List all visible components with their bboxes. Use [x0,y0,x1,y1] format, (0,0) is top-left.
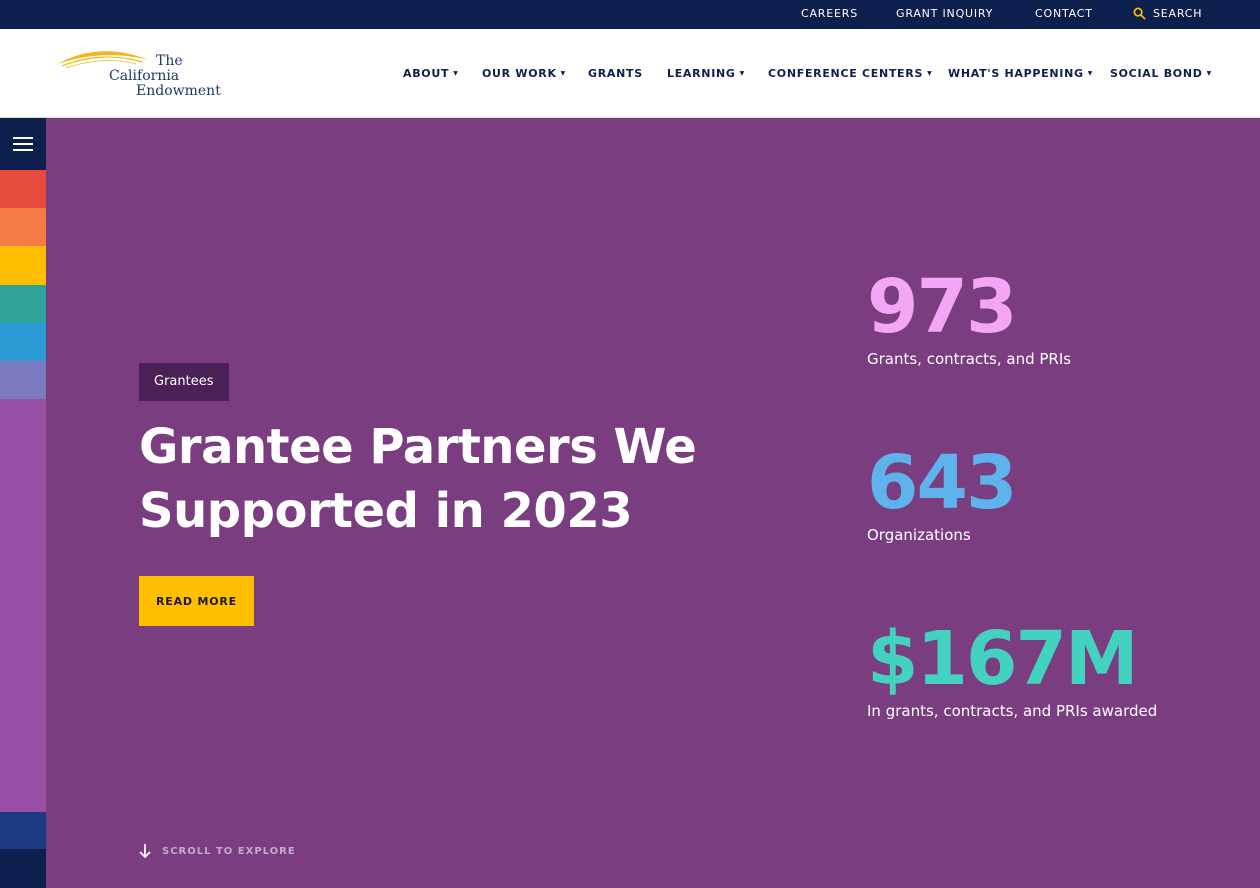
hero-title: Grantee Partners We Supported in 2023 [139,419,697,539]
nav-our-work[interactable]: OUR WORK ▼ [482,67,566,80]
main-header: The California Endowment ABOUT ▼ OUR WOR… [0,29,1260,118]
chevron-down-icon: ▼ [453,69,459,77]
arrow-down-icon [139,844,151,859]
nav-conference-centers-label: CONFERENCE CENTERS [768,67,924,80]
search-button[interactable]: SEARCH [1133,7,1202,20]
nav-whats-happening-label: WHAT'S HAPPENING [948,67,1084,80]
rail-segment-dark-navy [0,849,46,888]
stat-label: Grants, contracts, and PRIs [867,350,1072,368]
grant-inquiry-link[interactable]: GRANT INQUIRY [896,7,993,20]
nav-grants-label: GRANTS [588,67,643,80]
stat-label: In grants, contracts, and PRIs awarded [867,702,1158,720]
rail-segment-orange [0,208,46,246]
stat-value: 643 [867,440,1017,526]
stat-value: 973 [867,264,1017,350]
nav-grants[interactable]: GRANTS [588,67,643,80]
logo-line-endowment: Endowment [136,83,221,99]
nav-learning-label: LEARNING [667,67,736,80]
nav-about-label: ABOUT [403,67,450,80]
rail-segment-lavender [0,361,46,399]
stat-amount: $167M In grants, contracts, and PRIs awa… [867,619,1157,721]
nav-about[interactable]: ABOUT ▼ [403,67,459,80]
category-tag[interactable]: Grantees [139,363,229,401]
rail-segment-teal [0,285,46,323]
site-logo[interactable]: The California Endowment [56,46,236,104]
nav-learning[interactable]: LEARNING ▼ [667,67,745,80]
stat-label: Organizations [867,526,971,544]
rail-segment-purple [0,399,46,812]
chevron-down-icon: ▼ [927,69,933,77]
careers-link[interactable]: CAREERS [801,7,858,20]
chevron-down-icon: ▼ [1087,69,1094,77]
chevron-down-icon: ▼ [1206,69,1212,77]
utility-bar: CAREERS GRANT INQUIRY CONTACT SEARCH [0,0,1260,29]
nav-our-work-label: OUR WORK [482,67,557,80]
nav-social-bond-label: SOCIAL BOND [1110,67,1203,80]
contact-link[interactable]: CONTACT [1035,7,1093,20]
nav-whats-happening[interactable]: WHAT'S HAPPENING ▼ [948,67,1093,80]
search-icon [1133,7,1146,20]
nav-social-bond[interactable]: SOCIAL BOND ▼ [1110,67,1212,80]
chevron-down-icon: ▼ [739,69,745,77]
menu-button[interactable] [0,118,46,170]
chevron-down-icon: ▼ [560,69,566,77]
nav-conference-centers[interactable]: CONFERENCE CENTERS ▼ [768,67,932,80]
scroll-to-explore[interactable]: SCROLL TO EXPLORE [138,843,296,859]
logo-line-california: California [109,68,180,84]
stat-value: $167M [867,616,1139,702]
hamburger-menu-icon [13,137,33,151]
logo-wordmark: The California Endowment [108,54,226,99]
rail-segment-blue [0,323,46,361]
scroll-hint-label: SCROLL TO EXPLORE [162,845,296,857]
logo-line-the: The [156,53,183,69]
rail-segment-navy [0,812,46,849]
stat-organizations: 643 Organizations [867,440,1017,545]
rail-segment-yellow [0,246,46,285]
rail-segment-red [0,170,46,208]
color-rail [0,118,46,888]
stat-grants: 973 Grants, contracts, and PRIs [867,267,1071,369]
hero-section: Grantees Grantee Partners We Supported i… [46,119,1260,888]
read-more-button[interactable]: READ MORE [139,576,254,626]
search-label: SEARCH [1153,7,1203,20]
